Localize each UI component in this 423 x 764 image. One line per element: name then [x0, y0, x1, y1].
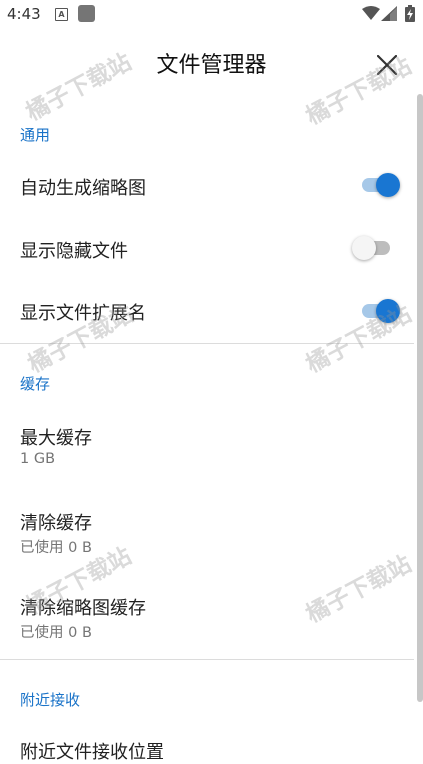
scrollbar[interactable] [417, 94, 423, 702]
signal-icon [381, 6, 397, 21]
show-hidden-files-switch[interactable] [350, 233, 396, 263]
close-button[interactable] [370, 48, 404, 82]
battery-icon [405, 5, 415, 22]
switch-thumb [376, 173, 400, 197]
clear-cache-value: 已使用 0 B [20, 540, 92, 556]
clear-cache-label: 清除缓存 [20, 513, 92, 534]
max-cache-label: 最大缓存 [20, 428, 92, 449]
show-hidden-files-label: 显示隐藏文件 [20, 241, 128, 262]
wifi-icon [362, 6, 380, 20]
auto-thumbnail-switch[interactable] [356, 170, 402, 200]
nearby-receive-location-label: 附近文件接收位置 [20, 742, 164, 763]
switch-thumb [352, 236, 376, 260]
page-title: 文件管理器 [156, 53, 267, 78]
section-header-cache: 缓存 [20, 375, 51, 393]
notification-square-icon [78, 5, 95, 22]
notification-a-icon: A [55, 8, 68, 21]
app-bar: 文件管理器 [0, 30, 423, 94]
clear-thumbnail-cache-value: 已使用 0 B [20, 625, 92, 641]
clear-thumbnail-cache-label: 清除缩略图缓存 [20, 598, 146, 619]
show-extensions-switch[interactable] [356, 296, 402, 326]
section-header-nearby: 附近接收 [20, 691, 81, 709]
status-time: 4:43 [7, 5, 41, 23]
section-divider [0, 343, 414, 344]
close-icon [377, 55, 397, 75]
status-bar: 4:43 A [0, 0, 423, 30]
section-divider [0, 659, 414, 660]
auto-thumbnail-label: 自动生成缩略图 [20, 178, 146, 199]
switch-thumb [376, 299, 400, 323]
show-extensions-label: 显示文件扩展名 [20, 303, 146, 324]
max-cache-value: 1 GB [20, 451, 56, 467]
section-header-general: 通用 [20, 126, 51, 144]
